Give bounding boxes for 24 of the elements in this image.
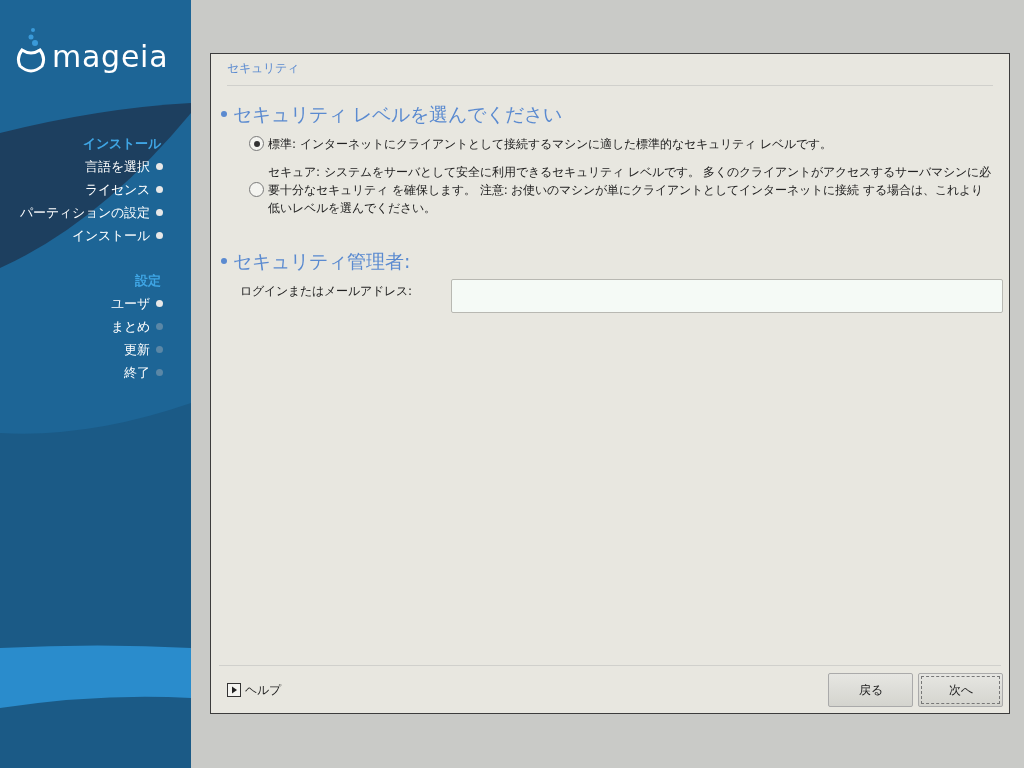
nav-button[interactable]: 次へ: [918, 672, 1003, 707]
step-label: パーティションの設定: [20, 203, 150, 222]
section-title: インストール: [83, 135, 161, 153]
bullet-icon: [221, 257, 227, 264]
step-label: 更新: [124, 340, 150, 359]
section-heading: セキュリティ レベルを選んでください: [233, 102, 563, 127]
step-label: 終了: [124, 363, 150, 382]
logo-text: mageia: [52, 38, 169, 72]
security-level-radio[interactable]: セキュア: システムをサーバとして安全に利用できるセキュリティ レベルです。 多くのクライアントがアクセスするサーバマシンに必要十分なセキュリティ を確保します。 注意: お使いのマシンが単にクライアントとしてインターネットに接続 する場合は、これより低いレベルを選んでください。: [249, 162, 993, 217]
panel-title: セキュリティ: [227, 61, 299, 75]
field-label: ログインまたはメールアドレス:: [240, 283, 414, 300]
step-label: インストール: [72, 226, 150, 245]
step-label: 言語を選択: [85, 157, 150, 176]
section-heading: セキュリティ管理者:: [233, 248, 411, 274]
step-label: ライセンス: [85, 180, 150, 199]
bullet-icon: [221, 111, 227, 118]
security-level-radio[interactable]: 標準: インターネットにクライアントとして接続するマシンに適した標準的なセキュリティ レベルです。: [249, 134, 993, 153]
cauldron-logo-icon: [16, 26, 46, 76]
help-toggle[interactable]: ヘルプ: [227, 680, 281, 699]
nav-button[interactable]: 戻る: [828, 672, 913, 707]
step-label: まとめ: [111, 317, 150, 336]
step-label: ユーザ: [111, 294, 150, 313]
login-input-field[interactable]: [451, 279, 1003, 313]
section-title: 設定: [135, 272, 161, 290]
